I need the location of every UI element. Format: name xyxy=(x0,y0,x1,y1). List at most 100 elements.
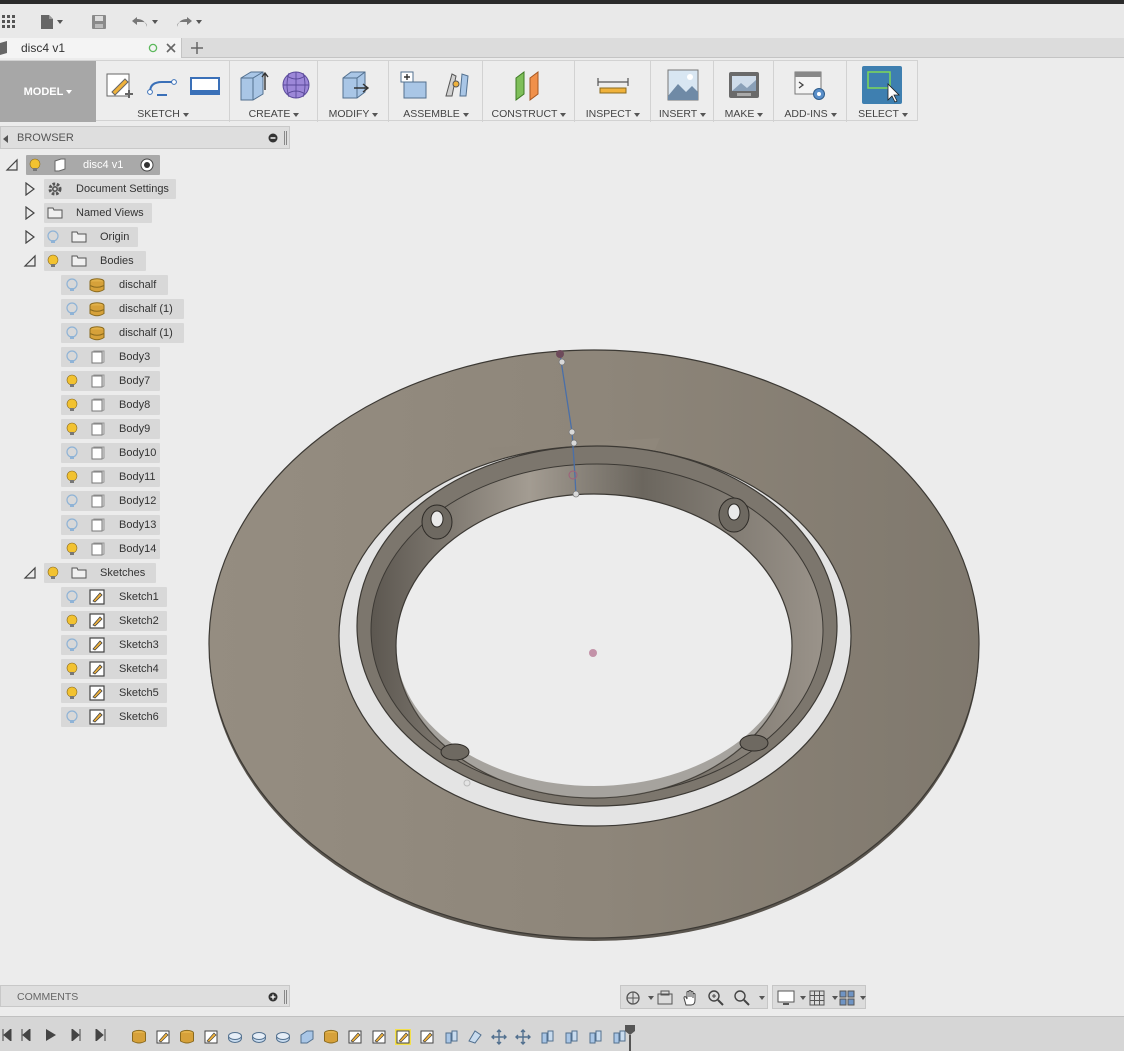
timeline-revolve-icon[interactable] xyxy=(251,1029,267,1045)
grid-settings-icon[interactable] xyxy=(809,990,825,1006)
undo-icon[interactable] xyxy=(131,10,158,34)
sketch-node[interactable]: Sketch6 xyxy=(61,707,167,727)
timeline-component-icon[interactable] xyxy=(179,1029,195,1045)
bolt-hole-lower-left[interactable] xyxy=(440,743,470,761)
body-node[interactable]: dischalf (1) xyxy=(61,299,184,319)
assemble-group[interactable]: ASSEMBLE xyxy=(390,61,483,122)
body-node[interactable]: dischalf (1) xyxy=(61,323,184,343)
add-comment-icon[interactable] xyxy=(268,992,278,1002)
comments-resize-handle[interactable] xyxy=(284,990,287,1004)
browser-minimize-icon[interactable] xyxy=(268,133,278,143)
bulb-on-icon[interactable] xyxy=(65,542,79,557)
create-group[interactable]: CREATE xyxy=(231,61,318,122)
bulb-on-icon[interactable] xyxy=(65,422,79,437)
bulb-on-icon[interactable] xyxy=(65,614,79,629)
bulb-off-icon[interactable] xyxy=(65,446,79,461)
step-back-icon[interactable] xyxy=(20,1029,32,1041)
document-settings-node[interactable]: Document Settings xyxy=(44,179,176,199)
look-at-icon[interactable] xyxy=(657,990,673,1006)
body-node[interactable]: Body8 xyxy=(61,395,160,415)
bulb-off-icon[interactable] xyxy=(65,590,79,605)
body-node[interactable]: dischalf xyxy=(61,275,168,295)
modify-group[interactable]: MODIFY xyxy=(319,61,389,122)
press-pull-icon[interactable] xyxy=(337,68,371,102)
sketch-node[interactable]: Sketch5 xyxy=(61,683,167,703)
body-node[interactable]: Body11 xyxy=(61,467,160,487)
bulb-on-icon[interactable] xyxy=(65,686,79,701)
sketch-node[interactable]: Sketch3 xyxy=(61,635,167,655)
construct-group[interactable]: CONSTRUCT xyxy=(484,61,575,122)
timeline-sketch-icon[interactable] xyxy=(395,1029,411,1045)
step-forward-icon[interactable] xyxy=(70,1029,82,1041)
measure-icon[interactable] xyxy=(596,68,630,102)
make-group[interactable]: MAKE xyxy=(715,61,774,122)
bulb-on-icon[interactable] xyxy=(65,374,79,389)
body-node[interactable]: Body13 xyxy=(61,515,160,535)
origin-node[interactable]: Origin xyxy=(44,227,138,247)
timeline-component-icon[interactable] xyxy=(323,1029,339,1045)
bodies-folder-node[interactable]: Bodies xyxy=(44,251,146,271)
extrude-icon[interactable] xyxy=(237,68,271,102)
go-to-start-icon[interactable] xyxy=(2,1029,12,1041)
line-tool-icon[interactable] xyxy=(145,68,179,102)
timeline-sketch-icon[interactable] xyxy=(347,1029,363,1045)
browser-resize-handle[interactable] xyxy=(284,131,287,145)
display-settings-icon[interactable] xyxy=(777,990,795,1006)
bulb-off-icon[interactable] xyxy=(65,710,79,725)
bolt-hole-lower-right[interactable] xyxy=(739,734,769,752)
body-node[interactable]: Body10 xyxy=(61,443,160,463)
select-tool-button[interactable] xyxy=(862,66,902,104)
model-viewport[interactable] xyxy=(0,0,1124,1051)
bulb-off-icon[interactable] xyxy=(65,350,79,365)
bulb-on-icon[interactable] xyxy=(46,566,60,581)
timeline-move-icon[interactable] xyxy=(515,1029,531,1045)
pan-hand-icon[interactable] xyxy=(681,989,699,1007)
expand-document-settings-icon[interactable] xyxy=(23,182,37,196)
collapse-root-icon[interactable] xyxy=(5,158,19,172)
activate-component-icon[interactable] xyxy=(140,158,154,172)
body-node[interactable]: Body7 xyxy=(61,371,160,391)
file-menu-icon[interactable] xyxy=(40,10,63,34)
sketch-line[interactable] xyxy=(559,353,577,497)
bolt-hole-left[interactable] xyxy=(421,504,453,540)
bulb-off-icon[interactable] xyxy=(46,230,60,245)
sketch-group[interactable]: SKETCH xyxy=(97,61,230,122)
timeline-marker-icon[interactable] xyxy=(624,1025,636,1051)
inspect-group[interactable]: INSPECT xyxy=(576,61,651,122)
zoom-icon[interactable] xyxy=(707,989,725,1007)
timeline-pattern-icon[interactable] xyxy=(539,1029,555,1045)
select-group[interactable]: SELECT xyxy=(848,61,918,122)
workspace-switcher-button[interactable]: MODEL xyxy=(0,61,96,122)
timeline-sketch-icon[interactable] xyxy=(203,1029,219,1045)
expand-origin-icon[interactable] xyxy=(23,230,37,244)
orbit-icon[interactable] xyxy=(625,990,641,1006)
expand-named-views-icon[interactable] xyxy=(23,206,37,220)
timeline-extrude-icon[interactable] xyxy=(299,1029,315,1045)
addins-group[interactable]: ADD-INS xyxy=(775,61,847,122)
timeline-component-icon[interactable] xyxy=(131,1029,147,1045)
form-icon[interactable] xyxy=(279,68,313,102)
bulb-off-icon[interactable] xyxy=(65,638,79,653)
bolt-hole-right[interactable] xyxy=(718,497,750,533)
bulb-on-icon[interactable] xyxy=(46,254,60,269)
fit-icon[interactable] xyxy=(733,989,751,1007)
body-node[interactable]: Body9 xyxy=(61,419,160,439)
bulb-on-icon[interactable] xyxy=(65,470,79,485)
timeline-fillet-icon[interactable] xyxy=(467,1029,483,1045)
named-views-node[interactable]: Named Views xyxy=(44,203,152,223)
insert-group[interactable]: INSERT xyxy=(652,61,714,122)
bulb-off-icon[interactable] xyxy=(65,278,79,293)
bulb-on-icon[interactable] xyxy=(28,158,42,173)
disc-face[interactable] xyxy=(208,349,980,939)
body-node[interactable]: Body12 xyxy=(61,491,160,511)
create-sketch-icon[interactable] xyxy=(103,68,137,102)
sketch-node[interactable]: Sketch1 xyxy=(61,587,167,607)
viewports-icon[interactable] xyxy=(839,990,855,1006)
timeline-sketch-icon[interactable] xyxy=(419,1029,435,1045)
sketches-folder-node[interactable]: Sketches xyxy=(44,563,156,583)
close-tab-icon[interactable] xyxy=(166,43,176,53)
collapse-bodies-icon[interactable] xyxy=(23,254,37,268)
joint-icon[interactable] xyxy=(440,68,474,102)
sketch-node[interactable]: Sketch2 xyxy=(61,611,167,631)
new-tab-icon[interactable] xyxy=(191,42,203,54)
